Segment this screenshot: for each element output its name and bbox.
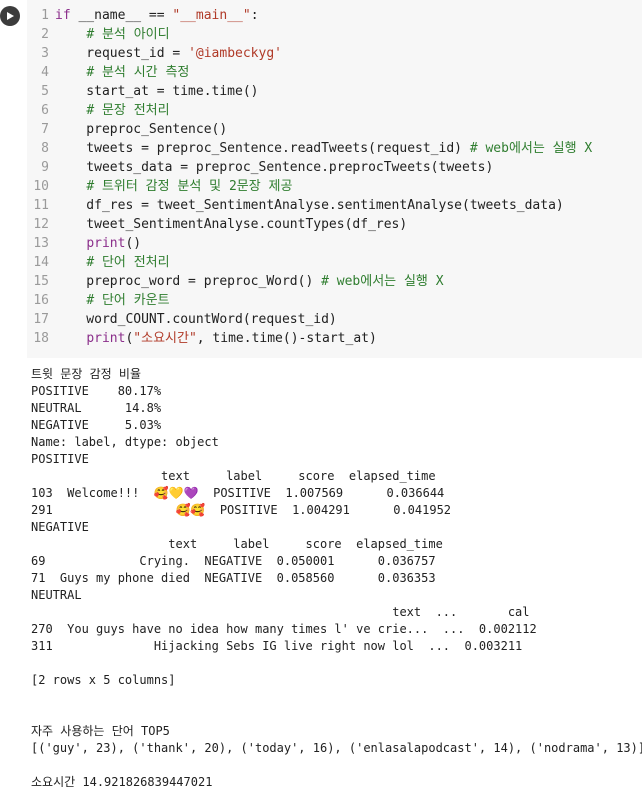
output-line: 71 Guys my phone died NEGATIVE 0.058560 … [31, 571, 436, 585]
line-number: 1 [41, 8, 49, 23]
output-line: 311 Hijacking Sebs IG live right now lol… [31, 639, 523, 653]
code-line[interactable]: 11 df_res = tweet_SentimentAnalyse.senti… [27, 196, 642, 215]
code-line[interactable]: 12 tweet_SentimentAnalyse.countTypes(df_… [27, 215, 642, 234]
line-number: 6 [41, 103, 49, 118]
code-token: print [86, 236, 126, 251]
line-number: 16 [33, 293, 49, 308]
code-token: __name__ == [70, 8, 173, 23]
output-line: text ... cal [31, 605, 530, 619]
code-token: # 트위터 감정 분석 및 2문장 제공 [86, 179, 293, 194]
line-number: 17 [33, 312, 49, 327]
code-token: # web에서는 실행 X [469, 141, 593, 156]
output-line: NEUTRAL [31, 588, 82, 602]
code-token: word_COUNT.countWord(request_id) [55, 312, 337, 327]
code-token: tweets = preproc_Sentence.readTweets(req… [55, 141, 470, 156]
play-icon [7, 12, 14, 20]
code-cell: 1 if __name__ == "__main__": 2 # 분석 아이디 3 r… [0, 0, 642, 358]
code-token: , time.time()-start_at) [196, 331, 377, 346]
output-line: [2 rows x 5 columns] [31, 673, 176, 687]
code-token: "__main__" [172, 8, 251, 23]
code-token: "소요시간" [133, 331, 197, 346]
line-number: 12 [33, 217, 49, 232]
code-token: # 문장 전처리 [86, 103, 170, 118]
code-token: preproc_word = preproc_Word() [55, 274, 322, 289]
output-line: 69 Crying. NEGATIVE 0.050001 0.036757 [31, 554, 436, 568]
code-line[interactable]: 16 # 단어 카운트 [27, 291, 642, 310]
code-token: # 분석 시간 측정 [86, 65, 190, 80]
code-line[interactable]: 4 # 분석 시간 측정 [27, 63, 642, 82]
code-token: preproc_Sentence() [55, 122, 228, 137]
output-line: POSITIVE [31, 452, 89, 466]
line-number: 4 [41, 65, 49, 80]
output-line: text label score elapsed_time [31, 537, 443, 551]
output-line: NEUTRAL 14.8% [31, 401, 162, 415]
output-line: 트윗 문장 감정 비율 [31, 367, 141, 381]
code-token: '@iambeckyg' [188, 46, 282, 61]
line-number: 7 [41, 122, 49, 137]
code-line[interactable]: 14 # 단어 전처리 [27, 253, 642, 272]
output-line: 103 Welcome!!! 🥰💛💜 POSITIVE 1.007569 0.0… [31, 486, 445, 500]
code-line[interactable]: 15 preproc_word = preproc_Word() # web에서… [27, 272, 642, 291]
line-number: 14 [33, 255, 49, 270]
code-token: df_res = tweet_SentimentAnalyse.sentimen… [55, 198, 564, 213]
output-line: text label score elapsed_time [31, 469, 436, 483]
output-line: 270 You guys have no idea how many times… [31, 622, 537, 636]
code-token: start_at = time.time() [55, 84, 259, 99]
code-line[interactable]: 8 tweets = preproc_Sentence.readTweets(r… [27, 139, 642, 158]
output-line: POSITIVE 80.17% [31, 384, 162, 398]
line-number: 2 [41, 27, 49, 42]
code-line[interactable]: 1 if __name__ == "__main__": [27, 6, 642, 25]
output-line: 자주 사용하는 단어 TOP5 [31, 724, 170, 738]
output-line: [('guy', 23), ('thank', 20), ('today', 1… [31, 741, 642, 755]
code-token: # 단어 전처리 [86, 255, 170, 270]
output-line: 291 🥰🥰 POSITIVE 1.004291 0.041952 [31, 503, 452, 517]
code-token: () [125, 236, 142, 251]
line-number: 15 [33, 274, 49, 289]
code-token: tweet_SentimentAnalyse.countTypes(df_res… [55, 217, 408, 232]
code-line[interactable]: 18 print("소요시간", time.time()-start_at) [27, 329, 642, 348]
code-token: : [250, 8, 259, 23]
line-number: 11 [33, 198, 49, 213]
output-line: NEGATIVE [31, 520, 89, 534]
line-number: 9 [41, 160, 49, 175]
code-line[interactable]: 6 # 문장 전처리 [27, 101, 642, 120]
code-editor[interactable]: 1 if __name__ == "__main__": 2 # 분석 아이디 3 r… [27, 0, 642, 358]
line-number: 8 [41, 141, 49, 156]
code-token: # 분석 아이디 [86, 27, 170, 42]
code-line[interactable]: 3 request_id = '@iambeckyg' [27, 44, 642, 63]
code-token: request_id = [55, 46, 189, 61]
code-line[interactable]: 9 tweets_data = preproc_Sentence.preproc… [27, 158, 642, 177]
cell-gutter [0, 0, 27, 358]
line-number: 5 [41, 84, 49, 99]
code-token: print [86, 331, 126, 346]
line-number: 13 [33, 236, 49, 251]
output-line: NEGATIVE 5.03% [31, 418, 162, 432]
code-line[interactable]: 2 # 분석 아이디 [27, 25, 642, 44]
cell-output: 트윗 문장 감정 비율 POSITIVE 80.17% NEUTRAL 14.8% N… [0, 358, 642, 793]
code-line[interactable]: 5 start_at = time.time() [27, 82, 642, 101]
line-number: 10 [33, 179, 49, 194]
code-token: if [55, 8, 71, 23]
code-line[interactable]: 7 preproc_Sentence() [27, 120, 642, 139]
run-cell-button[interactable] [0, 6, 20, 26]
line-number: 18 [33, 331, 49, 346]
code-token: # 단어 카운트 [86, 293, 170, 308]
code-line[interactable]: 17 word_COUNT.countWord(request_id) [27, 310, 642, 329]
code-token: # web에서는 실행 X [321, 274, 444, 289]
code-token: tweets_data = preproc_Sentence.preprocTw… [55, 160, 494, 175]
code-line[interactable]: 10 # 트위터 감정 분석 및 2문장 제공 [27, 177, 642, 196]
line-number: 3 [41, 46, 49, 61]
code-line[interactable]: 13 print() [27, 234, 642, 253]
output-line: Name: label, dtype: object [31, 435, 219, 449]
output-line: 소요시간 14.921826839447021 [31, 775, 213, 789]
